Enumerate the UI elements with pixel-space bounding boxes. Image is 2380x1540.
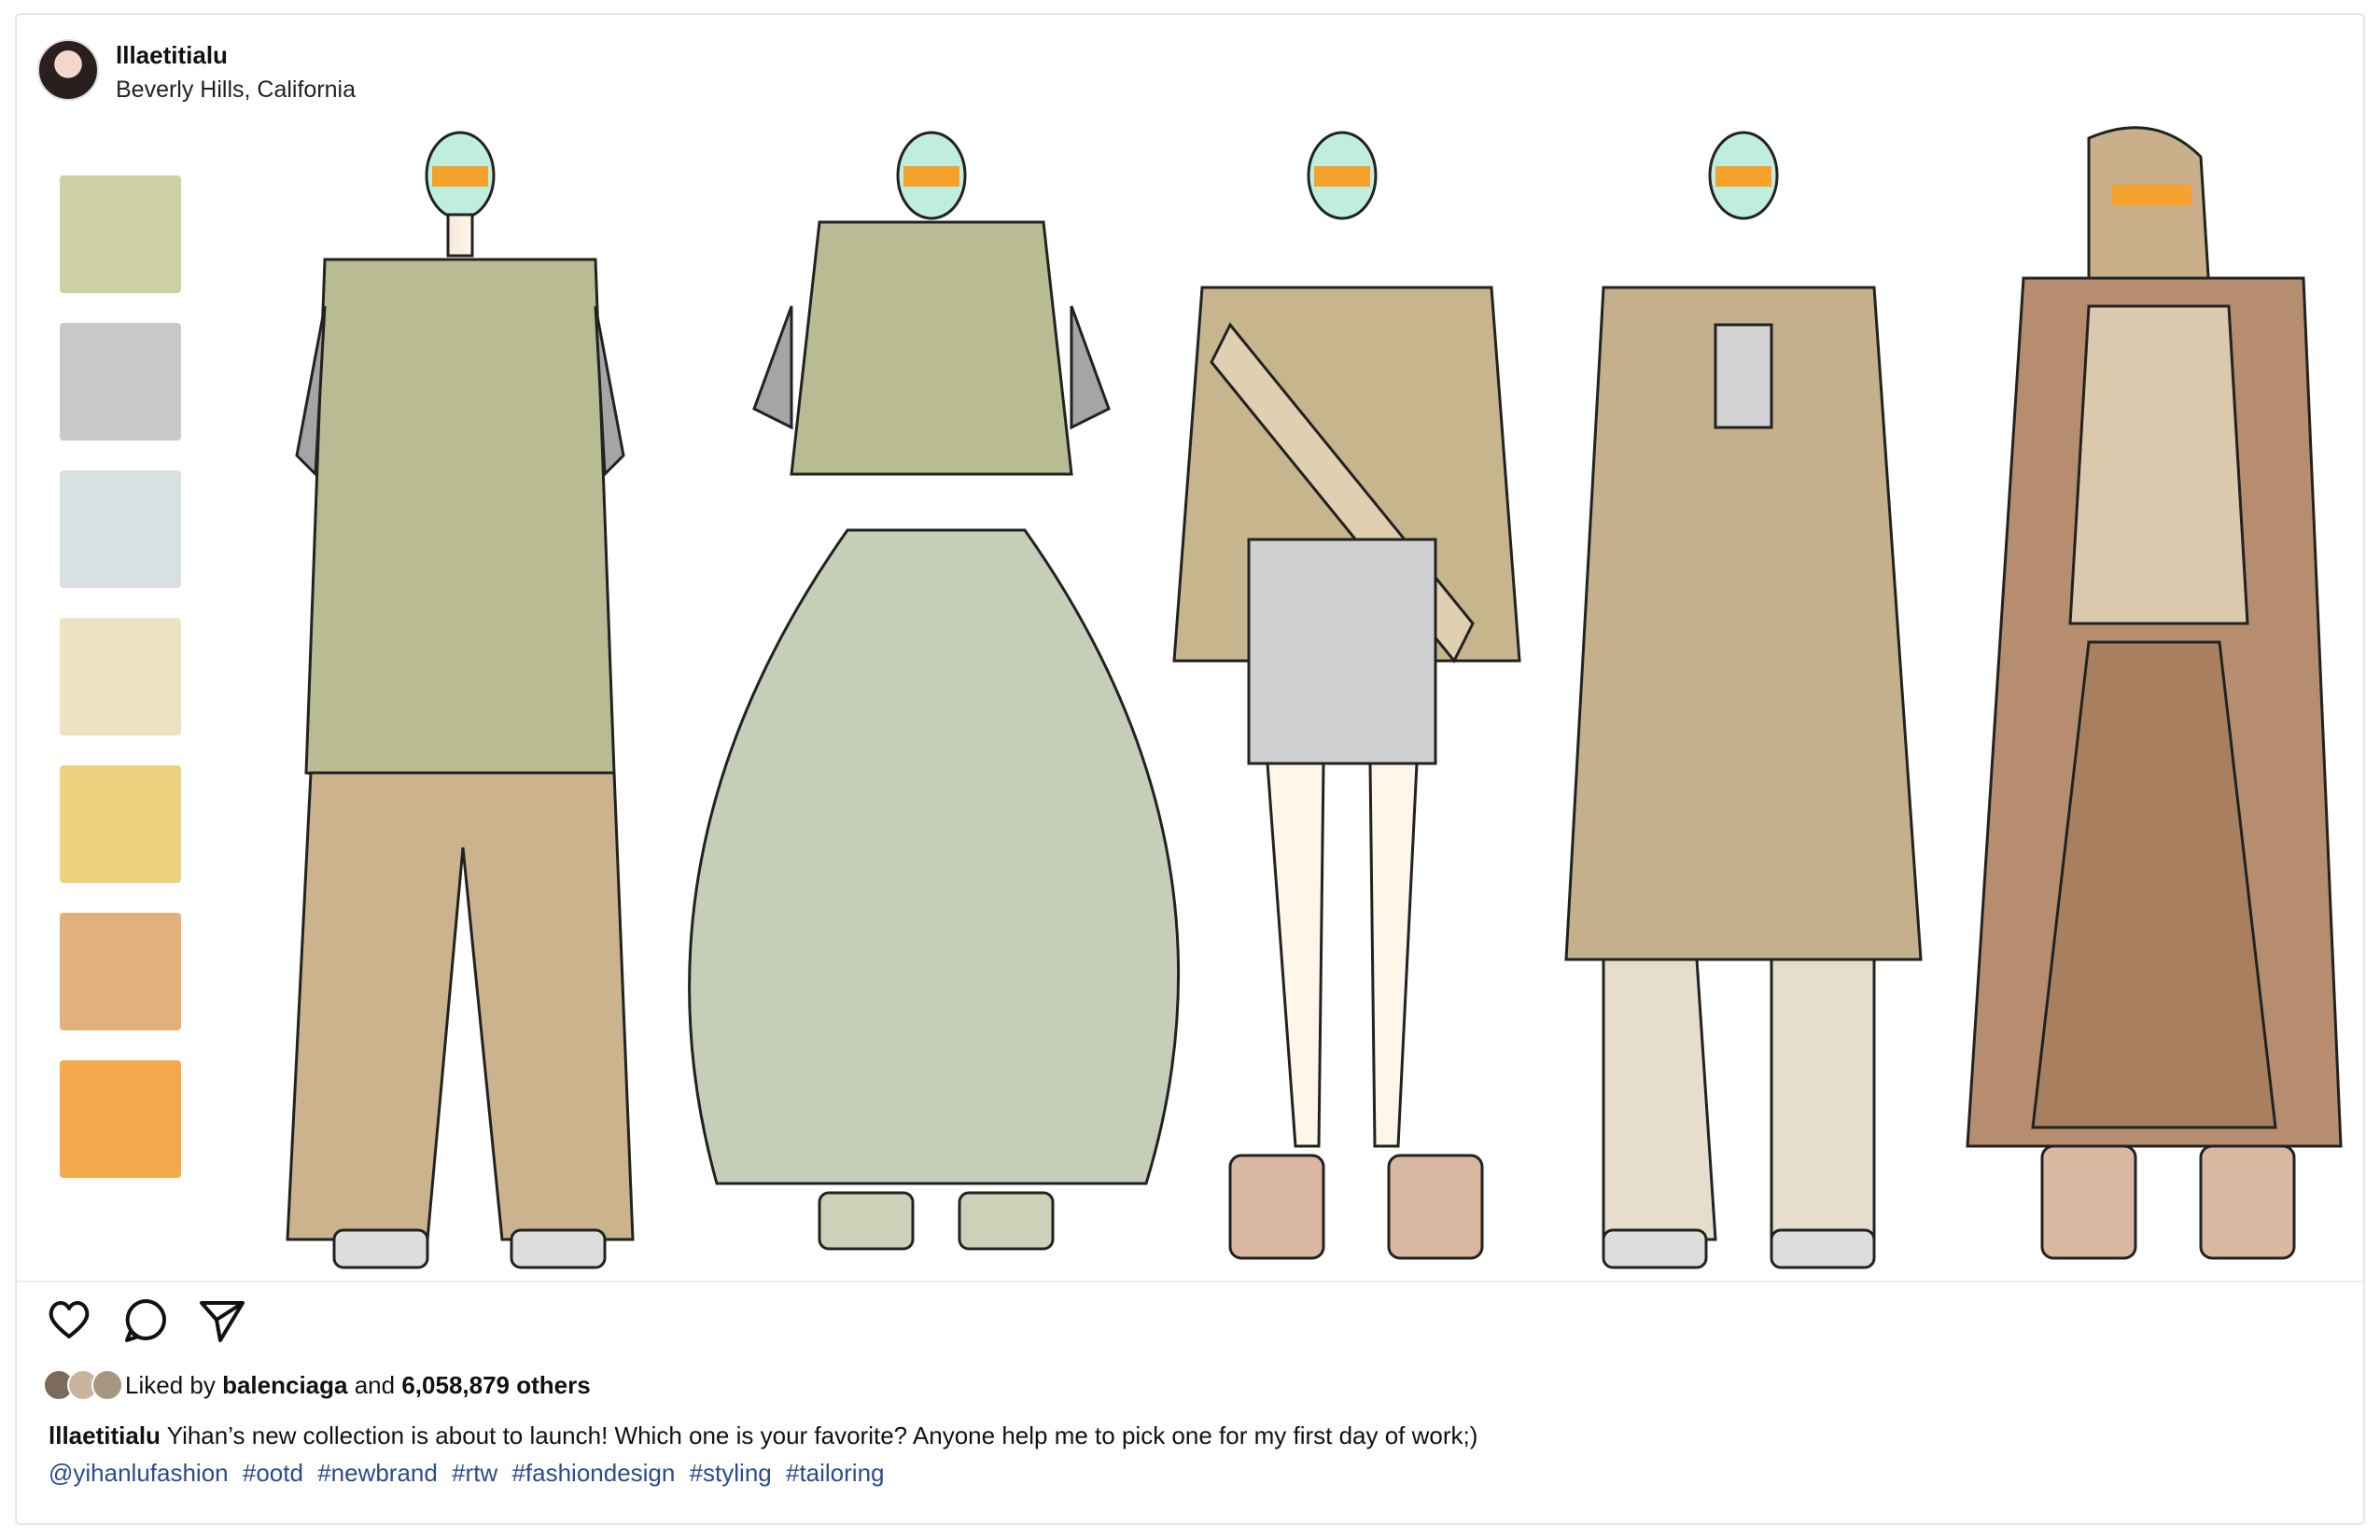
hashtag-link[interactable]: #rtw (452, 1459, 497, 1487)
post-location[interactable]: Beverly Hills, California (116, 77, 356, 104)
hashtag-link[interactable]: #tailoring (786, 1459, 885, 1487)
post-username[interactable]: lllaetitialu (116, 41, 228, 70)
liker-avatars (43, 1369, 123, 1401)
mention-link[interactable]: @yihanlufashion (49, 1459, 229, 1487)
swatch-4 (60, 618, 181, 735)
swatch-2 (60, 323, 181, 441)
post-header: lllaetitialu Beverly Hills, California (17, 15, 2363, 121)
comment-icon[interactable] (119, 1294, 172, 1346)
instagram-post: lllaetitialu Beverly Hills, California L… (15, 13, 2365, 1525)
hashtag-link[interactable]: #newbrand (317, 1459, 438, 1487)
figure-1 (286, 131, 635, 1269)
profile-avatar[interactable] (37, 39, 99, 101)
swatch-group (60, 175, 181, 1178)
heart-icon[interactable] (43, 1294, 95, 1346)
likes-and: and (354, 1370, 396, 1399)
hashtag-link[interactable]: #ootd (243, 1459, 303, 1487)
caption-tags: @yihanlufashion #ootd #newbrand #rtw #fa… (49, 1459, 892, 1487)
fashion-illustration (60, 126, 2343, 1269)
post-image[interactable] (17, 119, 2363, 1282)
figure-4 (1564, 131, 1923, 1269)
figure-3 (1172, 131, 1521, 1260)
swatch-6 (60, 913, 181, 1030)
send-icon[interactable] (196, 1294, 248, 1346)
hashtag-link[interactable]: #styling (690, 1459, 772, 1487)
caption-username[interactable]: lllaetitialu (49, 1421, 161, 1449)
post-caption: lllaetitialu Yihan’s new collection is a… (49, 1417, 2326, 1491)
figure-2 (688, 131, 1181, 1251)
likes-prefix: Liked by (125, 1370, 216, 1399)
likes-count[interactable]: 6,058,879 others (401, 1371, 590, 1400)
swatch-3 (60, 470, 181, 588)
swatch-1 (60, 175, 181, 293)
avatar (91, 1369, 123, 1401)
swatch-5 (60, 765, 181, 883)
figure-5 (1966, 126, 2343, 1260)
swatch-7 (60, 1060, 181, 1178)
caption-text: Yihan’s new collection is about to launc… (166, 1421, 1478, 1449)
hashtag-link[interactable]: #fashiondesign (511, 1459, 675, 1487)
likes-summary: Liked by balenciaga and 6,058,879 others (43, 1366, 591, 1404)
liker-username[interactable]: balenciaga (222, 1371, 347, 1400)
